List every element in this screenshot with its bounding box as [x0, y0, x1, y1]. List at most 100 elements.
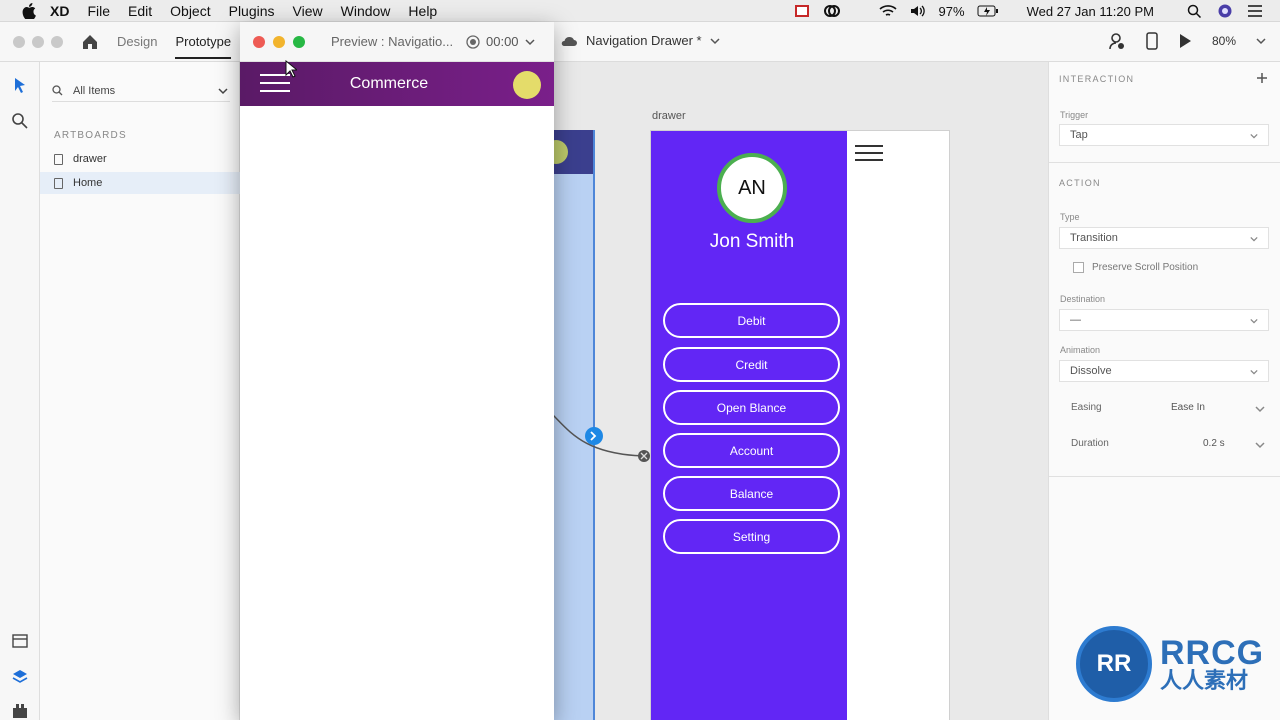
play-preview-icon[interactable]	[1178, 33, 1192, 49]
drawer-avatar: AN	[717, 153, 787, 223]
close-window-button[interactable]	[13, 35, 25, 48]
document-title[interactable]: Navigation Drawer *	[560, 33, 720, 48]
section-divider	[1049, 476, 1280, 477]
artboard-item-label: drawer	[73, 153, 107, 165]
menu-file[interactable]: File	[87, 3, 110, 19]
xd-title-bar: Design Prototype Navigation Drawer * 80%	[0, 22, 1280, 62]
select-tool-icon[interactable]	[11, 76, 29, 94]
logo-subtitle: 人人素材	[1160, 668, 1249, 693]
duration-value[interactable]: 0.2 s	[1203, 438, 1225, 449]
menu-plugins[interactable]: Plugins	[229, 3, 275, 19]
hamburger-menu-icon[interactable]	[855, 145, 883, 161]
drawer-button-credit[interactable]: Credit	[663, 347, 840, 382]
artboard-item-drawer[interactable]: drawer	[54, 148, 240, 170]
artboard-drawer[interactable]: AN Jon Smith Debit Credit Open Blance Ac…	[650, 130, 950, 720]
duration-label: Duration	[1071, 438, 1109, 449]
preview-window: Preview : Navigatio... 00:00 Commerce	[240, 22, 554, 720]
zoom-chevron-icon[interactable]	[1256, 37, 1266, 45]
menu-help[interactable]: Help	[408, 3, 437, 19]
preserve-scroll-checkbox[interactable]: Preserve Scroll Position	[1073, 262, 1198, 273]
easing-row[interactable]: Easing Ease In	[1071, 402, 1271, 413]
drawer-button-setting[interactable]: Setting	[663, 519, 840, 554]
home-icon[interactable]	[81, 33, 99, 51]
layers-search[interactable]: All Items	[52, 80, 230, 102]
menu-edit[interactable]: Edit	[128, 3, 152, 19]
share-user-icon[interactable]	[1108, 32, 1126, 50]
battery-percent: 97%	[938, 3, 965, 19]
record-timer[interactable]: 00:00	[466, 34, 535, 49]
trigger-label: Trigger	[1060, 110, 1089, 120]
preview-minimize-button[interactable]	[273, 35, 285, 48]
type-value: Transition	[1070, 232, 1118, 244]
artboard-item-home[interactable]: Home	[40, 172, 240, 194]
profile-avatar[interactable]	[513, 71, 541, 99]
apple-icon[interactable]	[22, 2, 36, 19]
spotlight-search-icon[interactable]	[1186, 4, 1204, 18]
battery-charging-icon[interactable]	[977, 4, 999, 18]
logo-text: RRCG 人人素材	[1160, 636, 1264, 692]
checkbox-box[interactable]	[1073, 262, 1084, 273]
preview-zoom-button[interactable]	[293, 35, 305, 48]
artboard-label-drawer[interactable]: drawer	[652, 110, 686, 122]
drawer-panel: AN Jon Smith Debit Credit Open Blance Ac…	[651, 131, 847, 720]
destination-label: Destination	[1060, 294, 1106, 304]
menu-view[interactable]: View	[293, 3, 323, 19]
notification-center-icon[interactable]	[1246, 4, 1264, 18]
chevron-down-icon	[1250, 236, 1258, 242]
chevron-down-icon	[525, 38, 535, 45]
type-select[interactable]: Transition	[1059, 227, 1269, 249]
search-icon	[52, 85, 63, 96]
chevron-down-icon	[1250, 318, 1258, 324]
drawer-user-name: Jon Smith	[709, 231, 795, 252]
document-name: Navigation Drawer *	[586, 33, 702, 48]
chevron-down-icon	[1255, 442, 1265, 449]
watermark-logo: RR RRCG 人人素材	[1076, 626, 1264, 702]
drawer-button-account[interactable]: Account	[663, 433, 840, 468]
drawer-button-open-balance[interactable]: Open Blance	[663, 390, 840, 425]
volume-icon[interactable]	[909, 4, 927, 18]
status-area: 97% Wed 27 Jan 11:20 PM	[793, 0, 1280, 22]
menu-app-xd[interactable]: XD	[50, 3, 69, 19]
device-preview-icon[interactable]	[1146, 32, 1158, 50]
mouse-cursor-icon	[285, 60, 297, 78]
screen-record-icon[interactable]	[793, 4, 811, 18]
tab-prototype[interactable]: Prototype	[175, 34, 232, 59]
drawer-button-debit[interactable]: Debit	[663, 303, 840, 338]
interaction-heading: INTERACTION	[1059, 74, 1135, 84]
zoom-level[interactable]: 80%	[1212, 34, 1236, 48]
menu-bar: XD File Edit Object Plugins View Window …	[0, 0, 1280, 22]
property-inspector: INTERACTION Trigger Tap ACTION Type Tran…	[1048, 62, 1280, 720]
siri-icon[interactable]	[1216, 4, 1234, 18]
chevron-down-icon	[1250, 369, 1258, 375]
animation-select[interactable]: Dissolve	[1059, 360, 1269, 382]
animation-label: Animation	[1060, 345, 1101, 355]
destination-select[interactable]: —	[1059, 309, 1269, 331]
preview-close-button[interactable]	[253, 35, 265, 48]
trigger-select[interactable]: Tap	[1059, 124, 1269, 146]
add-interaction-icon[interactable]	[1256, 72, 1268, 84]
cloud-icon	[561, 36, 577, 46]
search-icon[interactable]	[11, 112, 29, 130]
action-heading: ACTION	[1059, 178, 1101, 188]
easing-label: Easing	[1071, 402, 1102, 413]
assets-icon[interactable]	[11, 632, 29, 650]
drawer-button-balance[interactable]: Balance	[663, 476, 840, 511]
menu-object[interactable]: Object	[170, 3, 210, 19]
chevron-down-icon	[710, 37, 720, 44]
creative-cloud-icon[interactable]	[823, 4, 841, 18]
record-icon	[466, 34, 480, 49]
chevron-down-icon[interactable]	[218, 87, 228, 95]
zoom-window-button[interactable]	[51, 35, 63, 48]
clock[interactable]: Wed 27 Jan 11:20 PM	[1027, 4, 1154, 19]
minimize-window-button[interactable]	[32, 35, 44, 48]
easing-value[interactable]: Ease In	[1171, 402, 1205, 413]
tab-design[interactable]: Design	[117, 34, 157, 49]
duration-row[interactable]: Duration 0.2 s	[1071, 438, 1271, 449]
artboard-item-label: Home	[73, 177, 103, 189]
logo-badge-icon: RR	[1076, 626, 1152, 702]
timer-value: 00:00	[486, 34, 519, 49]
plugins-icon[interactable]	[11, 702, 29, 720]
wifi-icon[interactable]	[878, 4, 897, 18]
menu-window[interactable]: Window	[341, 3, 391, 19]
layers-icon[interactable]	[11, 668, 29, 686]
